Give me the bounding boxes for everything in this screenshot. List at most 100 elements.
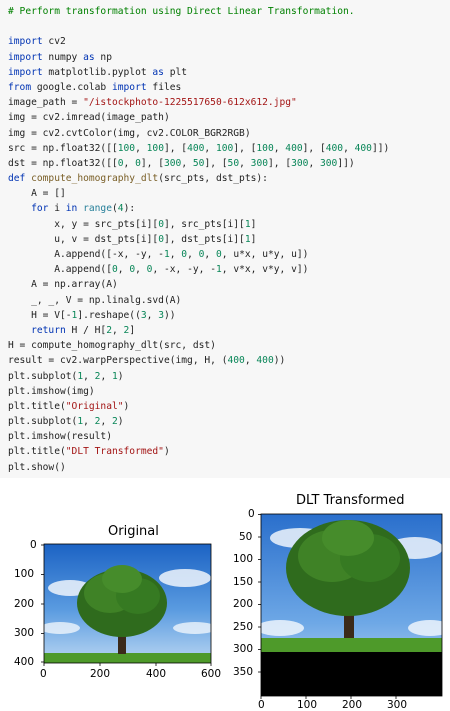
code-token: ] — [250, 218, 257, 230]
code-token: , — [169, 249, 182, 260]
code-token: , — [343, 142, 355, 154]
code-token: plt.title( — [8, 446, 66, 458]
code-token: ], [ — [140, 157, 164, 169]
code-token: ].reshape(( — [77, 309, 141, 321]
code-token: A.append([-x, -y, - — [8, 249, 164, 260]
code-token: for — [31, 203, 49, 215]
code-token: range — [83, 203, 112, 215]
code-token: ] — [250, 233, 257, 245]
code-token: ] — [129, 324, 136, 336]
left-x-tick: 400 — [146, 668, 167, 680]
code-token: ], [ — [302, 142, 326, 154]
code-token: , — [123, 157, 136, 169]
code-token: ], [ — [233, 142, 257, 154]
code-token: , — [117, 264, 130, 276]
code-token: 50 — [192, 157, 205, 169]
code-token: as — [83, 51, 95, 63]
code-token: (src_pts, dst_pts): — [158, 173, 268, 185]
code-token: img = cv2.cvtColor(img, cv2.COLOR_BGR2RG… — [8, 127, 251, 139]
code-token: , -x, -y, - — [152, 264, 216, 276]
code-token: , v*x, v*y, v]) — [221, 264, 309, 276]
code-token: _, _, V = np.linalg.svd(A) — [8, 294, 182, 306]
code-token: def — [8, 173, 26, 185]
black-warp-region — [261, 652, 442, 696]
code-token: plt.title( — [8, 400, 66, 412]
code-token: in — [65, 203, 78, 215]
code-token: , — [100, 416, 112, 428]
transformed-image — [261, 514, 442, 696]
left-x-tick: 600 — [201, 668, 222, 680]
code-line: _, _, V = np.linalg.svd(A) — [8, 293, 450, 308]
code-token: import — [8, 51, 43, 63]
code-token: , — [100, 370, 112, 382]
code-token: plt — [163, 66, 188, 78]
right-y-tick: 300 — [233, 643, 254, 655]
code-line: A = [] — [8, 186, 450, 201]
code-token: 300 — [250, 157, 268, 169]
code-token: , — [181, 157, 193, 169]
right-y-tick: 250 — [233, 621, 254, 633]
code-editor[interactable]: # Perform transformation using Direct Li… — [8, 4, 450, 475]
code-line: plt.subplot(1, 2, 1) — [8, 369, 450, 384]
code-line: A.append([0, 0, 0, -x, -y, -1, v*x, v*y,… — [8, 262, 450, 277]
code-token: files — [146, 81, 182, 93]
code-token: H / H[ — [65, 324, 107, 336]
code-token: ], dst_pts[i][ — [163, 233, 245, 245]
code-line: plt.imshow(img) — [8, 384, 450, 399]
left-x-tick: 200 — [90, 668, 111, 680]
code-token: , — [135, 264, 147, 276]
code-token: ) — [163, 446, 170, 458]
code-token: 100 — [146, 142, 164, 154]
code-token: 300 — [320, 157, 338, 169]
code-line: plt.title("Original") — [8, 399, 450, 414]
code-token: google.colab — [31, 81, 112, 93]
code-token: , — [273, 142, 286, 154]
left-y-tick: 400 — [14, 656, 35, 668]
code-line: H = compute_homography_dlt(src, dst) — [8, 338, 450, 353]
original-image — [44, 544, 211, 663]
code-token: H = compute_homography_dlt(src, dst) — [8, 340, 216, 352]
code-token: ]]) — [371, 142, 390, 154]
code-token: , — [187, 249, 199, 260]
output-area: Original DLT Transformed 0 100 200 300 4… — [0, 478, 450, 711]
code-line: return H / H[2, 2] — [8, 323, 450, 338]
code-token: matplotlib.pyplot — [42, 66, 153, 78]
code-token: 400 — [187, 142, 205, 154]
code-token: 400 — [354, 142, 372, 154]
code-line: A = np.array(A) — [8, 277, 450, 292]
code-token: ) — [123, 400, 130, 412]
right-plot-title: DLT Transformed — [296, 493, 405, 508]
code-token: ], [ — [268, 157, 292, 169]
code-line: img = cv2.imread(image_path) — [8, 110, 450, 125]
code-token: , — [244, 355, 257, 367]
code-line: plt.imshow(result) — [8, 429, 450, 444]
right-x-tick: 0 — [258, 699, 265, 711]
code-token: src = np.float32([[ — [8, 142, 118, 154]
code-token: numpy — [42, 51, 84, 63]
code-line: import numpy as np — [8, 50, 450, 65]
code-token: plt.subplot( — [8, 416, 78, 428]
code-token: , — [111, 324, 124, 336]
left-y-tick: 0 — [30, 539, 37, 551]
code-token: img = cv2.imread(image_path) — [8, 112, 170, 124]
code-token: import — [111, 81, 147, 93]
code-token: i — [48, 203, 66, 215]
code-token: cv2 — [42, 36, 66, 48]
code-line: def compute_homography_dlt(src_pts, dst_… — [8, 171, 450, 186]
code-token: import — [8, 36, 43, 48]
code-line: u, v = dst_pts[i][0], dst_pts[i][1] — [8, 232, 450, 247]
right-y-tick: 350 — [233, 666, 254, 678]
right-x-tick: 300 — [387, 699, 408, 711]
code-token: x, y = src_pts[i][ — [8, 218, 159, 230]
code-token: ], [ — [204, 157, 228, 169]
code-token: dst = np.float32([[ — [8, 157, 118, 169]
code-line: # Perform transformation using Direct Li… — [8, 4, 450, 19]
code-cell[interactable]: # Perform transformation using Direct Li… — [0, 0, 450, 478]
code-token: , — [239, 157, 251, 169]
code-token: 400 — [227, 355, 245, 367]
right-x-tick: 100 — [297, 699, 318, 711]
code-token: , — [135, 142, 147, 154]
code-token: plt.imshow(result) — [8, 431, 112, 443]
code-token: "/istockphoto-1225517650-612x612.jpg" — [83, 97, 297, 109]
